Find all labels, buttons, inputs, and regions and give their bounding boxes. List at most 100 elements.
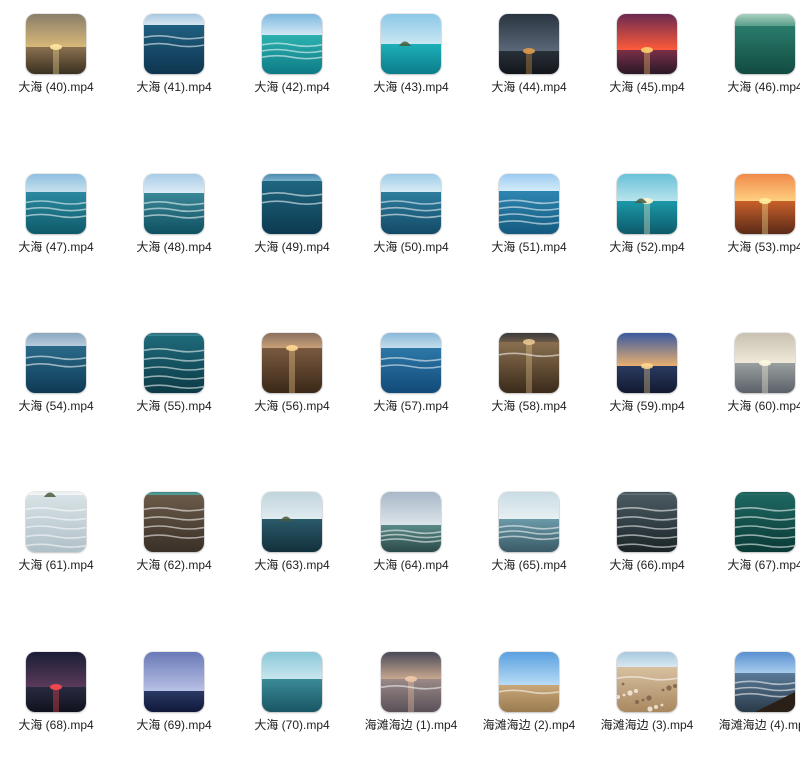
- video-thumbnail[interactable]: [617, 333, 677, 393]
- video-thumbnail-image: [735, 14, 795, 74]
- file-item[interactable]: 大海 (70).mp4: [236, 638, 348, 768]
- file-item[interactable]: 大海 (55).mp4: [118, 319, 230, 449]
- video-thumbnail[interactable]: [617, 652, 677, 712]
- file-name: 大海 (45).mp4: [609, 80, 685, 94]
- file-item[interactable]: 大海 (53).mp4: [709, 160, 800, 290]
- video-thumbnail-image: [381, 14, 441, 74]
- video-thumbnail[interactable]: [144, 333, 204, 393]
- video-thumbnail-image: [499, 333, 559, 393]
- file-name: 大海 (51).mp4: [491, 240, 567, 254]
- video-thumbnail-image: [144, 492, 204, 552]
- video-thumbnail[interactable]: [617, 14, 677, 74]
- video-thumbnail[interactable]: [144, 174, 204, 234]
- file-name: 大海 (40).mp4: [18, 80, 94, 94]
- file-item[interactable]: 大海 (60).mp4: [709, 319, 800, 449]
- video-thumbnail[interactable]: [617, 174, 677, 234]
- file-item[interactable]: 大海 (45).mp4: [591, 0, 703, 130]
- video-thumbnail[interactable]: [617, 492, 677, 552]
- video-thumbnail[interactable]: [26, 174, 86, 234]
- file-name: 大海 (65).mp4: [491, 558, 567, 572]
- file-item[interactable]: 大海 (49).mp4: [236, 160, 348, 290]
- file-item[interactable]: 大海 (48).mp4: [118, 160, 230, 290]
- file-item[interactable]: 大海 (64).mp4: [355, 478, 467, 608]
- file-item[interactable]: 大海 (59).mp4: [591, 319, 703, 449]
- video-thumbnail[interactable]: [262, 333, 322, 393]
- video-thumbnail[interactable]: [262, 174, 322, 234]
- file-item[interactable]: 大海 (47).mp4: [0, 160, 112, 290]
- video-thumbnail-image: [381, 174, 441, 234]
- file-item[interactable]: 大海 (62).mp4: [118, 478, 230, 608]
- file-item[interactable]: 大海 (43).mp4: [355, 0, 467, 130]
- file-item[interactable]: 大海 (40).mp4: [0, 0, 112, 130]
- video-thumbnail[interactable]: [26, 492, 86, 552]
- video-thumbnail[interactable]: [499, 652, 559, 712]
- video-thumbnail[interactable]: [262, 652, 322, 712]
- video-thumbnail[interactable]: [735, 333, 795, 393]
- video-thumbnail[interactable]: [144, 14, 204, 74]
- video-thumbnail-image: [617, 333, 677, 393]
- file-item[interactable]: 大海 (68).mp4: [0, 638, 112, 768]
- file-name: 大海 (55).mp4: [136, 399, 212, 413]
- video-thumbnail-image: [735, 492, 795, 552]
- video-thumbnail[interactable]: [26, 14, 86, 74]
- video-thumbnail-image: [144, 333, 204, 393]
- file-name: 大海 (67).mp4: [727, 558, 800, 572]
- video-thumbnail[interactable]: [735, 492, 795, 552]
- video-thumbnail[interactable]: [499, 333, 559, 393]
- file-name: 海滩海边 (1).mp4: [364, 718, 458, 732]
- file-item[interactable]: 大海 (57).mp4: [355, 319, 467, 449]
- file-item[interactable]: 海滩海边 (3).mp4: [591, 638, 703, 768]
- file-item[interactable]: 大海 (41).mp4: [118, 0, 230, 130]
- file-item[interactable]: 海滩海边 (1).mp4: [355, 638, 467, 768]
- video-thumbnail[interactable]: [499, 492, 559, 552]
- video-thumbnail[interactable]: [381, 492, 441, 552]
- file-item[interactable]: 大海 (56).mp4: [236, 319, 348, 449]
- video-thumbnail-image: [499, 652, 559, 712]
- file-item[interactable]: 大海 (42).mp4: [236, 0, 348, 130]
- video-thumbnail[interactable]: [499, 14, 559, 74]
- file-item[interactable]: 大海 (65).mp4: [473, 478, 585, 608]
- file-name: 大海 (44).mp4: [491, 80, 567, 94]
- video-thumbnail[interactable]: [144, 492, 204, 552]
- file-name: 大海 (52).mp4: [609, 240, 685, 254]
- video-thumbnail[interactable]: [262, 492, 322, 552]
- file-item[interactable]: 大海 (69).mp4: [118, 638, 230, 768]
- file-item[interactable]: 海滩海边 (4).mp4: [709, 638, 800, 768]
- video-thumbnail[interactable]: [381, 333, 441, 393]
- file-item[interactable]: 大海 (66).mp4: [591, 478, 703, 608]
- file-item[interactable]: 大海 (44).mp4: [473, 0, 585, 130]
- video-thumbnail[interactable]: [735, 174, 795, 234]
- video-thumbnail-image: [262, 492, 322, 552]
- file-item[interactable]: 大海 (58).mp4: [473, 319, 585, 449]
- file-item[interactable]: 大海 (63).mp4: [236, 478, 348, 608]
- video-thumbnail-image: [735, 174, 795, 234]
- video-thumbnail[interactable]: [735, 14, 795, 74]
- video-thumbnail-image: [499, 492, 559, 552]
- file-name: 大海 (57).mp4: [373, 399, 449, 413]
- file-item[interactable]: 大海 (54).mp4: [0, 319, 112, 449]
- file-item[interactable]: 大海 (51).mp4: [473, 160, 585, 290]
- file-item[interactable]: 大海 (61).mp4: [0, 478, 112, 608]
- file-item[interactable]: 海滩海边 (2).mp4: [473, 638, 585, 768]
- video-thumbnail-image: [617, 652, 677, 712]
- video-thumbnail[interactable]: [499, 174, 559, 234]
- video-thumbnail[interactable]: [26, 333, 86, 393]
- file-item[interactable]: 大海 (67).mp4: [709, 478, 800, 608]
- video-thumbnail[interactable]: [26, 652, 86, 712]
- video-thumbnail[interactable]: [735, 652, 795, 712]
- video-thumbnail[interactable]: [381, 652, 441, 712]
- video-thumbnail-image: [144, 652, 204, 712]
- video-thumbnail-image: [26, 652, 86, 712]
- file-name: 大海 (46).mp4: [727, 80, 800, 94]
- file-item[interactable]: 大海 (52).mp4: [591, 160, 703, 290]
- file-item[interactable]: 大海 (46).mp4: [709, 0, 800, 130]
- video-thumbnail-image: [26, 333, 86, 393]
- file-name: 大海 (58).mp4: [491, 399, 567, 413]
- video-thumbnail[interactable]: [381, 14, 441, 74]
- video-thumbnail[interactable]: [262, 14, 322, 74]
- file-item[interactable]: 大海 (50).mp4: [355, 160, 467, 290]
- video-thumbnail[interactable]: [144, 652, 204, 712]
- video-thumbnail[interactable]: [381, 174, 441, 234]
- video-thumbnail-image: [144, 174, 204, 234]
- file-name: 大海 (62).mp4: [136, 558, 212, 572]
